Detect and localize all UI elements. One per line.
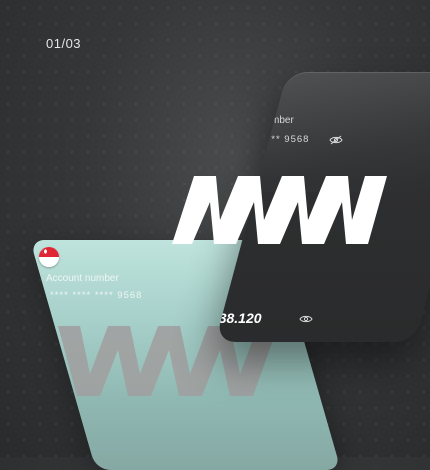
eye-icon[interactable] [299,314,313,324]
masked-account-number: **** **** **** 9568 [50,290,143,301]
account-balance: Rp. 48.238.120 [215,310,262,326]
singapore-flag-icon [39,247,59,267]
brand-logo-mark [172,176,387,244]
page-counter: 01/03 [46,36,82,51]
account-number-label: Account number [46,273,119,284]
eye-slash-icon[interactable] [329,135,343,145]
